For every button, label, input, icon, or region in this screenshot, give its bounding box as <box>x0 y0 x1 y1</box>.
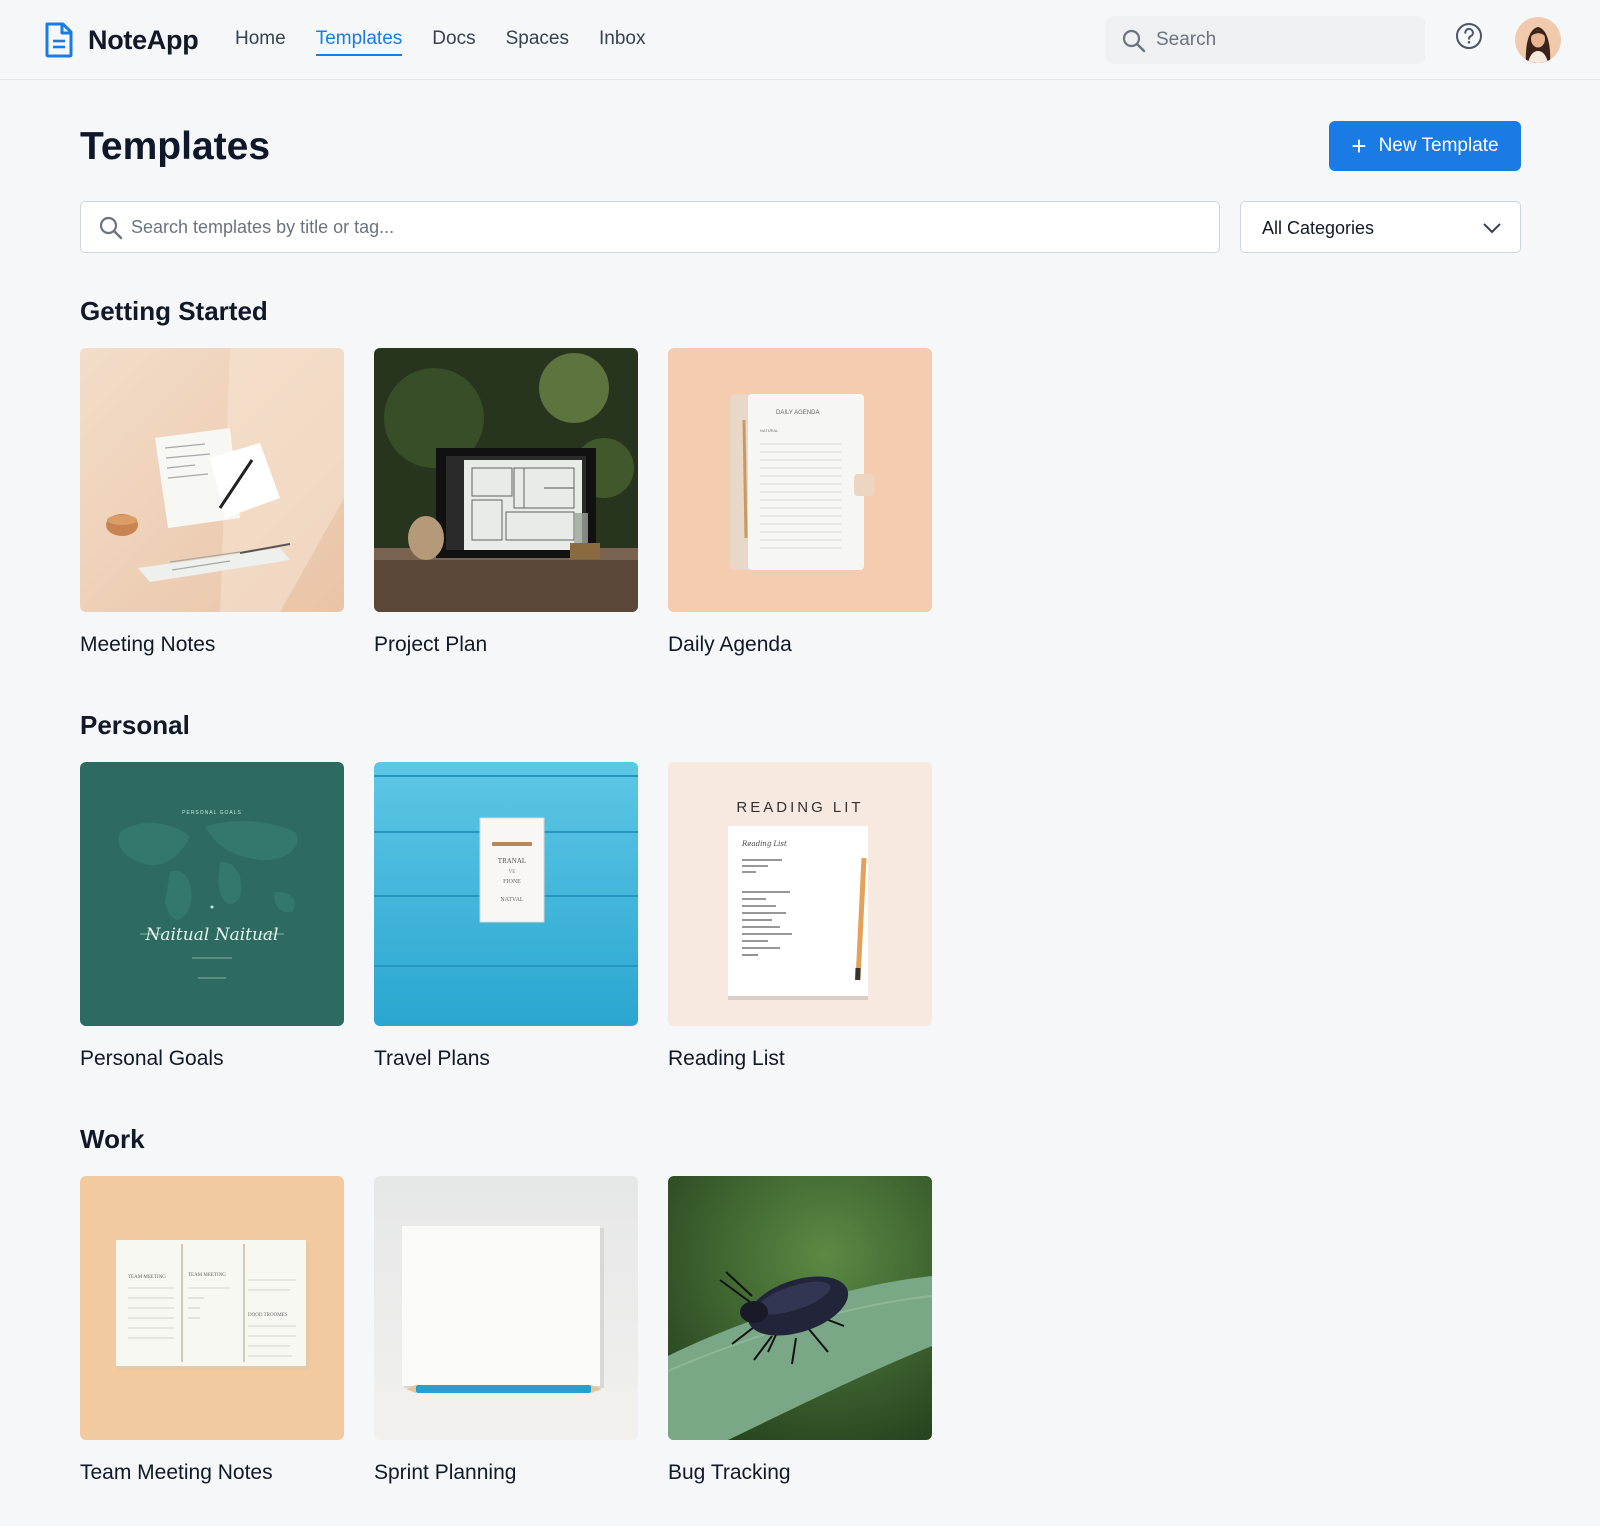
search-icon <box>1122 29 1146 53</box>
template-card-label: Reading List <box>668 1047 785 1070</box>
global-search-placeholder: Search <box>1156 29 1217 50</box>
search-icon <box>99 216 123 240</box>
document-logo-icon[interactable] <box>44 22 74 58</box>
new-template-button[interactable]: + New Template <box>1329 121 1521 171</box>
new-template-label: New Template <box>1378 135 1499 156</box>
reading-list-thumbnail: READING LIT Reading List <box>668 762 932 1026</box>
nav-inbox[interactable]: Inbox <box>599 26 645 56</box>
team-meeting-image-col1: TEAM MEETING <box>128 1275 166 1280</box>
template-card-label: Sprint Planning <box>374 1461 517 1484</box>
template-card-bug-tracking[interactable]: Bug Tracking <box>668 1176 932 1486</box>
travel-plans-image-line2: VE <box>509 870 516 875</box>
daily-agenda-image-caption: NATURAL <box>760 428 779 433</box>
template-card-label: Meeting Notes <box>80 633 216 656</box>
team-meeting-notes-thumbnail: TEAM MEETING TEAM MEETING DOOD TROOMES <box>80 1176 344 1440</box>
daily-agenda-thumbnail: DAILY AGENDA NATURAL <box>668 348 932 612</box>
global-search-input[interactable]: Search <box>1105 16 1425 64</box>
nav-templates[interactable]: Templates <box>315 26 403 56</box>
template-card-personal-goals[interactable]: PERSONAL GOALS Naitual Naitual Personal … <box>80 762 344 1072</box>
category-select-value: All Categories <box>1262 218 1375 238</box>
travel-plans-image-line3: FIONE <box>503 879 521 885</box>
sprint-planning-thumbnail <box>374 1176 638 1440</box>
section-title-personal: Personal <box>80 710 190 740</box>
travel-plans-thumbnail: TRANAL VE FIONE NATVAL <box>374 762 638 1026</box>
meeting-notes-thumbnail <box>80 348 344 612</box>
personal-goals-image-script: Naitual Naitual <box>144 925 278 945</box>
page-title: Templates <box>80 125 271 168</box>
top-navigation-bar: NoteApp Home Templates Docs Spaces Inbox… <box>0 0 1600 80</box>
template-card-daily-agenda[interactable]: DAILY AGENDA NATURAL Daily Agenda <box>668 348 932 658</box>
team-meeting-image-col3: DOOD TROOMES <box>248 1313 288 1318</box>
main-nav: Home Templates Docs Spaces Inbox <box>235 26 675 56</box>
travel-plans-image-line4: NATVAL <box>500 897 524 903</box>
template-card-reading-list[interactable]: READING LIT Reading List Reading List <box>668 762 932 1072</box>
team-meeting-image-col2: TEAM MEETING <box>188 1273 226 1278</box>
personal-goals-image-title: PERSONAL GOALS <box>182 810 242 816</box>
daily-agenda-image-title: DAILY AGENDA <box>776 410 819 416</box>
template-card-meeting-notes[interactable]: Meeting Notes <box>80 348 344 658</box>
reading-list-image-caption: Reading List <box>741 840 787 848</box>
template-card-label: Project Plan <box>374 633 488 656</box>
plus-icon: + <box>1351 131 1367 161</box>
template-card-label: Team Meeting Notes <box>80 1461 273 1484</box>
template-card-team-meeting-notes[interactable]: TEAM MEETING TEAM MEETING DOOD TROOMES T… <box>80 1176 344 1486</box>
template-search-box <box>80 201 1220 253</box>
template-card-label: Personal Goals <box>80 1047 224 1070</box>
section-title-work: Work <box>80 1124 145 1154</box>
nav-home[interactable]: Home <box>235 26 286 56</box>
template-card-project-plan[interactable]: Project Plan <box>374 348 638 658</box>
travel-plans-image-line1: TRANAL <box>498 857 526 865</box>
section-title-getting-started: Getting Started <box>80 296 268 326</box>
app-name[interactable]: NoteApp <box>88 22 199 58</box>
chevron-down-icon <box>1483 223 1501 234</box>
template-card-label: Daily Agenda <box>668 633 792 656</box>
personal-goals-thumbnail: PERSONAL GOALS Naitual Naitual <box>80 762 344 1026</box>
template-card-label: Bug Tracking <box>668 1461 791 1484</box>
template-search-input[interactable] <box>131 210 1191 244</box>
nav-spaces[interactable]: Spaces <box>506 26 569 56</box>
help-circle-icon[interactable] <box>1455 22 1483 50</box>
reading-list-image-title: READING LIT <box>736 799 863 816</box>
project-plan-thumbnail <box>374 348 638 612</box>
template-card-travel-plans[interactable]: TRANAL VE FIONE NATVAL Travel Plans <box>374 762 638 1072</box>
user-avatar[interactable] <box>1515 17 1561 63</box>
category-select[interactable]: All Categories <box>1240 201 1521 253</box>
template-card-sprint-planning[interactable]: Sprint Planning <box>374 1176 638 1486</box>
nav-docs[interactable]: Docs <box>432 26 475 56</box>
template-card-label: Travel Plans <box>374 1047 490 1070</box>
bug-tracking-thumbnail <box>668 1176 932 1440</box>
